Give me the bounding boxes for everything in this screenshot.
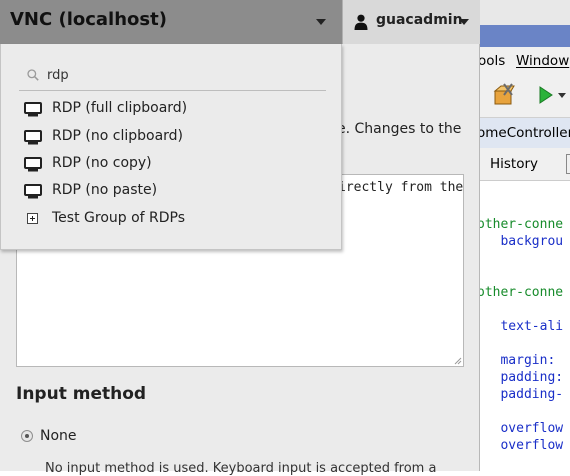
code-line: backgrou — [480, 234, 564, 249]
code-line: margin: — [480, 353, 564, 368]
menu-window[interactable]: Window — [516, 53, 569, 69]
connection-item-label: RDP (full clipboard) — [52, 100, 188, 116]
monitor-icon — [24, 157, 42, 172]
connection-title: VNC (localhost) — [10, 9, 167, 30]
code-line: other-conne — [480, 285, 564, 300]
clipboard-text: irectly from the — [338, 180, 464, 195]
menu-tools[interactable]: ools — [480, 53, 505, 69]
code-line: overflow — [480, 421, 564, 436]
ide-active-strip — [480, 25, 570, 47]
chevron-down-icon — [316, 19, 326, 25]
connection-item[interactable]: RDP (no paste) — [19, 180, 319, 202]
menu-header: VNC (localhost) guacadmin — [0, 0, 480, 44]
resize-grip-icon[interactable] — [454, 357, 462, 365]
ide-window: ools Window omeController History other-… — [480, 0, 570, 471]
connection-item-label: RDP (no copy) — [52, 155, 152, 171]
code-line: text-ali — [480, 319, 564, 334]
connection-menu-button[interactable]: VNC (localhost) — [0, 0, 342, 44]
code-line: other-conne — [480, 217, 564, 232]
search-icon — [27, 69, 39, 81]
code-line: padding- — [480, 387, 564, 402]
clipboard-description: e. Changes to the — [337, 121, 462, 137]
monitor-icon — [24, 184, 42, 199]
connection-dropdown: RDP (full clipboard) RDP (no clipboard) … — [0, 44, 342, 250]
connection-item[interactable]: RDP (no clipboard) — [19, 126, 319, 148]
monitor-icon — [24, 130, 42, 145]
connection-group-item[interactable]: Test Group of RDPs — [19, 208, 319, 230]
user-icon — [354, 14, 368, 30]
expand-plus-icon[interactable] — [27, 213, 38, 224]
editor-tab[interactable]: omeController — [480, 118, 570, 149]
editor-subbar: History — [480, 148, 570, 181]
connection-item-label: RDP (no paste) — [52, 182, 158, 198]
chevron-down-icon — [459, 19, 469, 25]
connection-item-label: RDP (no clipboard) — [52, 128, 184, 144]
ide-toolbar — [480, 75, 570, 118]
connection-search[interactable] — [19, 62, 326, 91]
username-label: guacadmin — [376, 12, 463, 28]
input-method-help-text: No input method is used. Keyboard input … — [45, 461, 437, 476]
code-line: overflow — [480, 438, 564, 453]
ide-titlebar — [480, 0, 570, 26]
user-menu-button[interactable]: guacadmin — [342, 0, 480, 44]
clean-build-icon[interactable] — [492, 83, 518, 107]
monitor-icon — [24, 102, 42, 117]
connection-group-label: Test Group of RDPs — [52, 210, 186, 226]
input-method-none-label[interactable]: None — [40, 428, 77, 444]
connection-item[interactable]: RDP (full clipboard) — [19, 98, 319, 120]
connection-item[interactable]: RDP (no copy) — [19, 153, 319, 175]
input-method-none-radio[interactable] — [21, 430, 33, 442]
search-input[interactable] — [47, 65, 307, 85]
editor-tab-label: omeController — [480, 125, 570, 141]
input-method-heading: Input method — [16, 384, 147, 404]
code-editor[interactable]: other-conne backgrou other-conne text-al… — [480, 180, 570, 471]
run-dropdown-icon[interactable] — [558, 93, 566, 99]
ide-menubar: ools Window — [480, 47, 570, 75]
run-icon[interactable] — [538, 85, 554, 105]
toolbar-button-edge[interactable] — [566, 154, 570, 174]
code-line: padding: — [480, 370, 564, 385]
history-tab[interactable]: History — [490, 156, 538, 172]
